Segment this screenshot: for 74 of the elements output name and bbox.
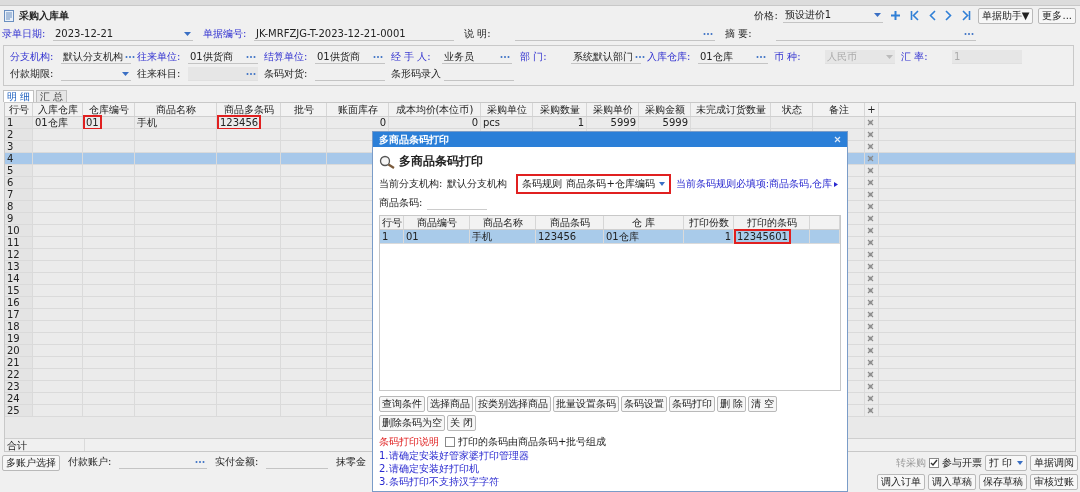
table-cell: 7: [7, 189, 14, 200]
table-cell: 5999: [610, 117, 636, 128]
note-text: 1.请确定安装好管家婆打印管理器: [379, 450, 530, 462]
table-cell: 13: [7, 261, 20, 272]
field-label: 付款账户:: [68, 455, 113, 469]
field-label: 往来科目:: [137, 67, 182, 81]
table-cell: 24: [7, 393, 20, 404]
field-label: 分支机构:: [10, 50, 55, 64]
field-label: 结算单位:: [264, 50, 309, 64]
dialog-heading: 多商品条码打印: [399, 153, 483, 170]
field-label: 条码对货:: [264, 67, 309, 81]
table-cell: 01仓库: [606, 231, 639, 242]
table-cell: 23: [7, 381, 20, 392]
dialog-title: 多商品条码打印: [379, 132, 449, 147]
table-cell: 20: [7, 345, 20, 356]
field-label: 经 手 人:: [391, 50, 432, 64]
field-label: 商品条码:: [379, 196, 423, 210]
table-cell: 12: [7, 249, 20, 260]
table-cell: 17: [7, 309, 20, 320]
field-label: 实付金额:: [215, 455, 260, 469]
table-cell: 0: [379, 117, 386, 128]
option-label: 转采购: [895, 456, 926, 470]
field-label: 说 明:: [464, 27, 492, 41]
table-cell: 9: [7, 213, 14, 224]
table-cell: 0: [471, 117, 478, 128]
field-label: 条形码录入: [391, 67, 441, 81]
table-cell: 8: [7, 201, 14, 212]
table-cell: 2: [7, 129, 14, 140]
table-cell: 22: [7, 369, 20, 380]
notes-title: 条码打印说明: [379, 435, 439, 449]
table-cell: 123456: [538, 231, 577, 242]
field-value: 默认分支机构: [447, 177, 508, 191]
table-cell: 18: [7, 321, 20, 332]
table-cell: pcs: [483, 117, 501, 128]
window-title: 采购入库单: [19, 8, 69, 23]
field-label: 入库仓库:: [647, 50, 692, 64]
table-cell: 01: [85, 117, 100, 128]
table-cell: 1: [7, 117, 14, 128]
field-label: 往来单位:: [137, 50, 182, 64]
table-cell: 01: [406, 231, 419, 242]
table-cell: 4: [7, 153, 14, 164]
note-text: 3.条码打印不支持汉字字符: [379, 476, 500, 488]
table-cell: 21: [7, 357, 20, 368]
table-cell: 手机: [472, 231, 492, 242]
table-cell: 1: [724, 231, 731, 242]
table-cell: 手机: [137, 117, 157, 128]
table-cell: 11: [7, 237, 20, 248]
table-cell: 3: [7, 141, 14, 152]
price-label: 价格:: [754, 8, 778, 23]
field-label: 抹零金: [336, 455, 366, 469]
table-cell: 01仓库: [35, 117, 68, 128]
table-cell: 1: [577, 117, 584, 128]
field-label: 单据编号:: [203, 27, 248, 41]
table-cell: 123456: [219, 117, 260, 128]
total-label: 合计: [7, 439, 27, 451]
table-cell: 16: [7, 297, 20, 308]
table-cell: 6: [7, 177, 14, 188]
field-label: 录单日期:: [2, 27, 47, 41]
table-cell: 5999: [662, 117, 688, 128]
field-label: 摘 要:: [725, 27, 753, 41]
field-label: 币 种:: [774, 50, 802, 64]
table-cell: 25: [7, 405, 20, 416]
table-cell: 14: [7, 273, 20, 284]
table-cell: 19: [7, 333, 20, 344]
field-label: 当前分支机构:: [379, 177, 443, 191]
note-text: 2.请确定安装好打印机: [379, 463, 480, 475]
table-cell: 12345601: [736, 231, 789, 242]
table-cell: 15: [7, 285, 20, 296]
field-label: 汇 率:: [901, 50, 929, 64]
table-cell: 5: [7, 165, 14, 176]
field-label: 付款期限:: [10, 67, 55, 81]
table-cell: 10: [7, 225, 20, 236]
field-label: 部 门:: [520, 50, 548, 64]
table-cell: 1: [382, 231, 389, 242]
